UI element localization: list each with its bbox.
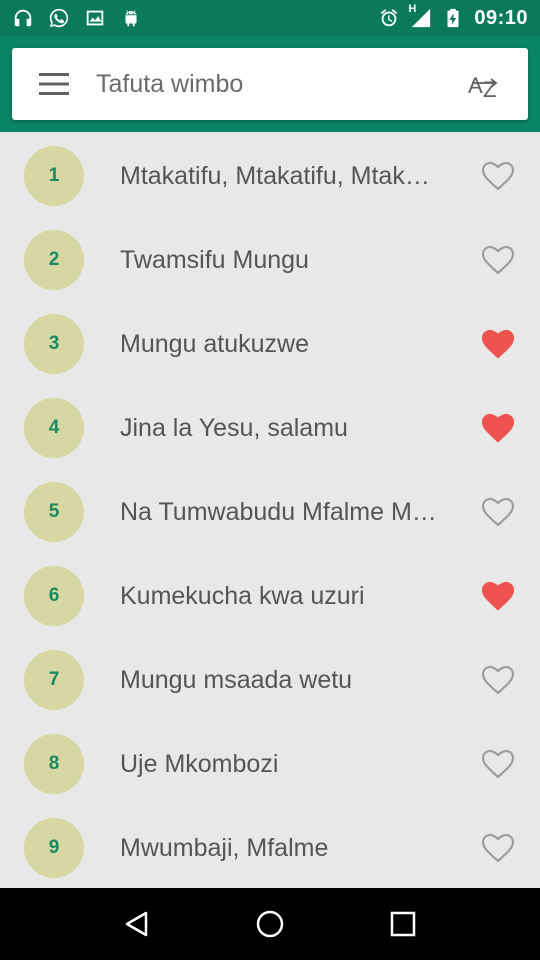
- song-list: 1 Mtakatifu, Mtakatifu, Mtakatifu 2 Twamsif…: [0, 134, 540, 888]
- song-title: Mtakatifu, Mtakatifu, Mtakatifu: [120, 161, 440, 190]
- navigation-bar: [0, 888, 540, 960]
- favorite-button[interactable]: [478, 156, 518, 196]
- favorite-button[interactable]: [478, 576, 518, 616]
- song-list-item[interactable]: 5 Na Tumwabudu Mfalme Mtukufu: [0, 470, 540, 554]
- battery-charging-icon: [442, 7, 464, 29]
- favorite-button[interactable]: [478, 240, 518, 280]
- search-input[interactable]: [96, 54, 442, 114]
- home-button[interactable]: [240, 894, 300, 954]
- song-number-badge: 2: [24, 230, 84, 290]
- alarm-icon: [378, 7, 400, 29]
- home-circle-icon: [256, 910, 284, 938]
- hamburger-menu-icon: [39, 73, 69, 95]
- status-clock: 09:10: [474, 6, 528, 29]
- favorite-button[interactable]: [478, 744, 518, 784]
- song-number-badge: 7: [24, 650, 84, 710]
- song-list-item[interactable]: 6 Kumekucha kwa uzuri: [0, 554, 540, 638]
- back-triangle-icon: [125, 911, 147, 937]
- status-bar-notifications: [12, 7, 142, 29]
- heart-filled-icon: [482, 329, 514, 359]
- status-bar: H 09:10: [0, 0, 540, 36]
- headphones-icon: [12, 7, 34, 29]
- recents-button[interactable]: [373, 894, 433, 954]
- song-list-item[interactable]: 4 Jina la Yesu, salamu: [0, 386, 540, 470]
- heart-outline-icon: [482, 833, 514, 863]
- android-icon: [120, 7, 142, 29]
- heart-outline-icon: [482, 245, 514, 275]
- song-title: Kumekucha kwa uzuri: [120, 581, 365, 610]
- svg-text:A: A: [468, 73, 483, 98]
- song-title: Na Tumwabudu Mfalme Mtukufu: [120, 497, 440, 526]
- song-number-badge: 4: [24, 398, 84, 458]
- song-list-item[interactable]: 1 Mtakatifu, Mtakatifu, Mtakatifu: [0, 134, 540, 218]
- favorite-button[interactable]: [478, 408, 518, 448]
- song-title: Jina la Yesu, salamu: [120, 413, 348, 442]
- recents-square-icon: [391, 911, 416, 937]
- song-list-item[interactable]: 9 Mwumbaji, Mfalme: [0, 806, 540, 888]
- song-number-badge: 9: [24, 818, 84, 878]
- song-title: Mwumbaji, Mfalme: [120, 833, 329, 862]
- song-number-badge: 1: [24, 146, 84, 206]
- song-number-badge: 3: [24, 314, 84, 374]
- song-title: Uje Mkombozi: [120, 749, 279, 778]
- heart-outline-icon: [482, 497, 514, 527]
- sort-az-button[interactable]: A Z: [442, 48, 528, 120]
- favorite-button[interactable]: [478, 828, 518, 868]
- heart-outline-icon: [482, 749, 514, 779]
- favorite-button[interactable]: [478, 492, 518, 532]
- status-bar-system: H 09:10: [378, 3, 528, 30]
- song-list-item[interactable]: 8 Uje Mkombozi: [0, 722, 540, 806]
- song-list-item[interactable]: 3 Mungu atukuzwe: [0, 302, 540, 386]
- song-title: Twamsifu Mungu: [120, 245, 309, 274]
- favorite-button[interactable]: [478, 660, 518, 700]
- back-button[interactable]: [107, 894, 167, 954]
- song-number-badge: 8: [24, 734, 84, 794]
- image-icon: [84, 7, 106, 29]
- song-list-item[interactable]: 7 Mungu msaada wetu: [0, 638, 540, 722]
- whatsapp-icon: [48, 7, 70, 29]
- favorite-button[interactable]: [478, 324, 518, 364]
- heart-filled-icon: [482, 413, 514, 443]
- song-number-badge: 6: [24, 566, 84, 626]
- song-title: Mungu atukuzwe: [120, 329, 310, 358]
- heart-filled-icon: [482, 581, 514, 611]
- song-number-badge: 5: [24, 482, 84, 542]
- heart-outline-icon: [482, 665, 514, 695]
- song-list-item[interactable]: 2 Twamsifu Mungu: [0, 218, 540, 302]
- heart-outline-icon: [482, 161, 514, 191]
- song-title: Mungu msaada wetu: [120, 665, 353, 694]
- svg-text:Z: Z: [483, 77, 496, 99]
- network-type-label: H: [408, 3, 417, 15]
- sort-az-icon: A Z: [468, 73, 498, 99]
- signal-icon: H: [408, 3, 432, 29]
- search-bar: A Z: [12, 48, 528, 120]
- menu-button[interactable]: [12, 48, 96, 120]
